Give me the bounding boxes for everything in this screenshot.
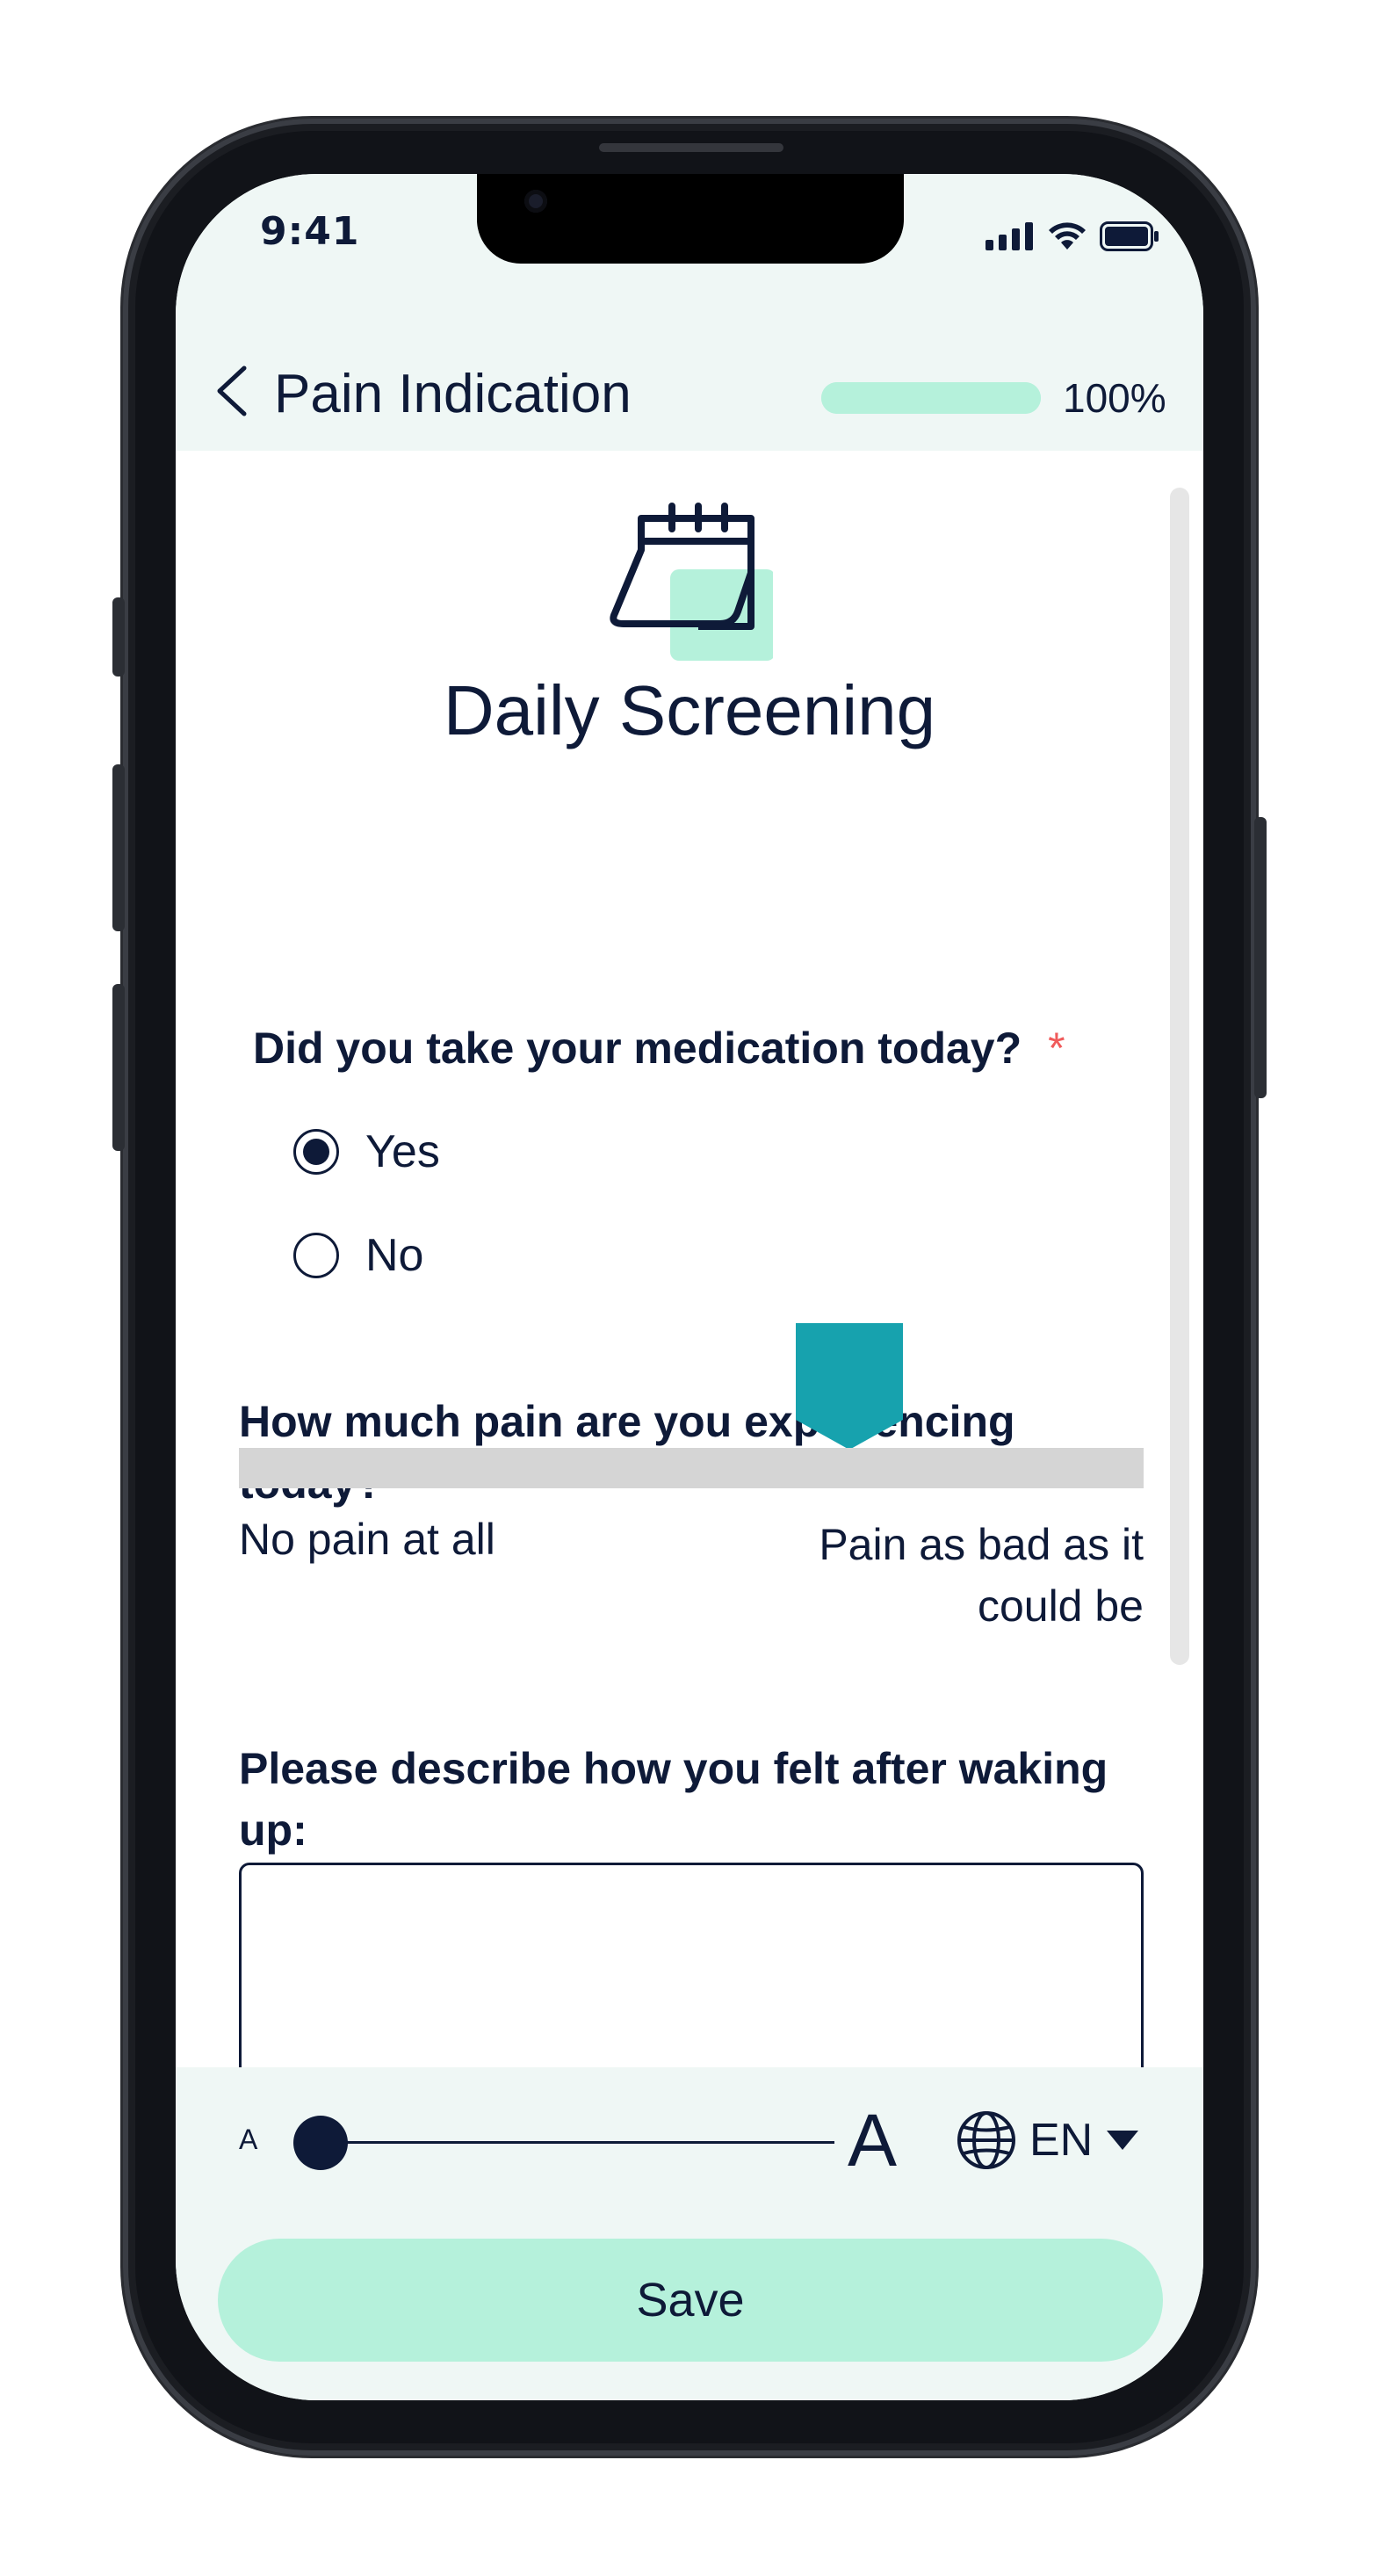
font-size-large-label: A: [848, 2099, 898, 2182]
pain-min-label: No pain at all: [239, 1515, 495, 1564]
status-time: 9:41: [260, 209, 360, 254]
radio-option-no[interactable]: No: [293, 1229, 423, 1282]
silent-switch: [112, 597, 125, 677]
progress-fill: [821, 382, 1041, 414]
volume-up-button: [112, 764, 125, 931]
radio-selected-dot: [303, 1139, 329, 1165]
radio-button-yes[interactable]: [293, 1129, 339, 1175]
radio-button-no[interactable]: [293, 1233, 339, 1278]
notch: [477, 174, 904, 264]
progress-percent: 100%: [1063, 375, 1166, 421]
waking-question-text: Please describe how you felt after wakin…: [239, 1744, 1108, 1855]
pain-slider-thumb[interactable]: [796, 1323, 904, 1450]
radio-label-yes: Yes: [365, 1126, 440, 1177]
speaker-grille: [599, 143, 783, 152]
page-title: Pain Indication: [274, 364, 632, 424]
scrollbar[interactable]: [1170, 488, 1189, 1665]
progress-bar: [821, 382, 1041, 414]
calendar-icon: [610, 503, 773, 661]
caret-down-icon: [1107, 2131, 1139, 2150]
font-size-slider-track[interactable]: [299, 2141, 834, 2144]
radio-label-no: No: [365, 1230, 424, 1281]
chevron-left-icon[interactable]: [211, 365, 255, 417]
pain-max-label: Pain as bad as it could be: [819, 1520, 1144, 1631]
front-camera: [524, 190, 547, 213]
cellular-signal-icon: [986, 222, 1033, 250]
power-button: [1254, 817, 1267, 1098]
pain-slider-track[interactable]: [239, 1448, 1144, 1488]
save-button[interactable]: Save: [218, 2239, 1163, 2362]
wifi-icon: [1049, 222, 1086, 250]
phone-screen: 9:41 Pain Indication 100% Daily Screenin…: [176, 174, 1203, 2400]
language-code: EN: [1029, 2115, 1094, 2166]
battery-icon: [1100, 221, 1159, 251]
medication-question-text: Did you take your medication today?: [253, 1024, 1022, 1073]
radio-option-yes[interactable]: Yes: [293, 1125, 440, 1178]
font-size-slider-thumb[interactable]: [293, 2116, 348, 2170]
medication-question: Did you take your medication today? *: [253, 1017, 1065, 1079]
footer-toolbar: A A EN Save: [176, 2067, 1203, 2400]
status-icons: [986, 221, 1159, 251]
globe-icon: [957, 2111, 1015, 2169]
form-content: Daily Screening Did you take your medica…: [176, 451, 1203, 2067]
app-header: Pain Indication 100%: [176, 319, 1203, 451]
form-title: Daily Screening: [443, 671, 936, 749]
volume-down-button: [112, 984, 125, 1151]
waking-question: Please describe how you felt after wakin…: [239, 1738, 1117, 1861]
required-mark: *: [1048, 1024, 1065, 1073]
font-size-small-label: A: [239, 2124, 258, 2155]
language-selector[interactable]: EN: [956, 2109, 1140, 2171]
waking-description-textarea[interactable]: [239, 1863, 1144, 2067]
